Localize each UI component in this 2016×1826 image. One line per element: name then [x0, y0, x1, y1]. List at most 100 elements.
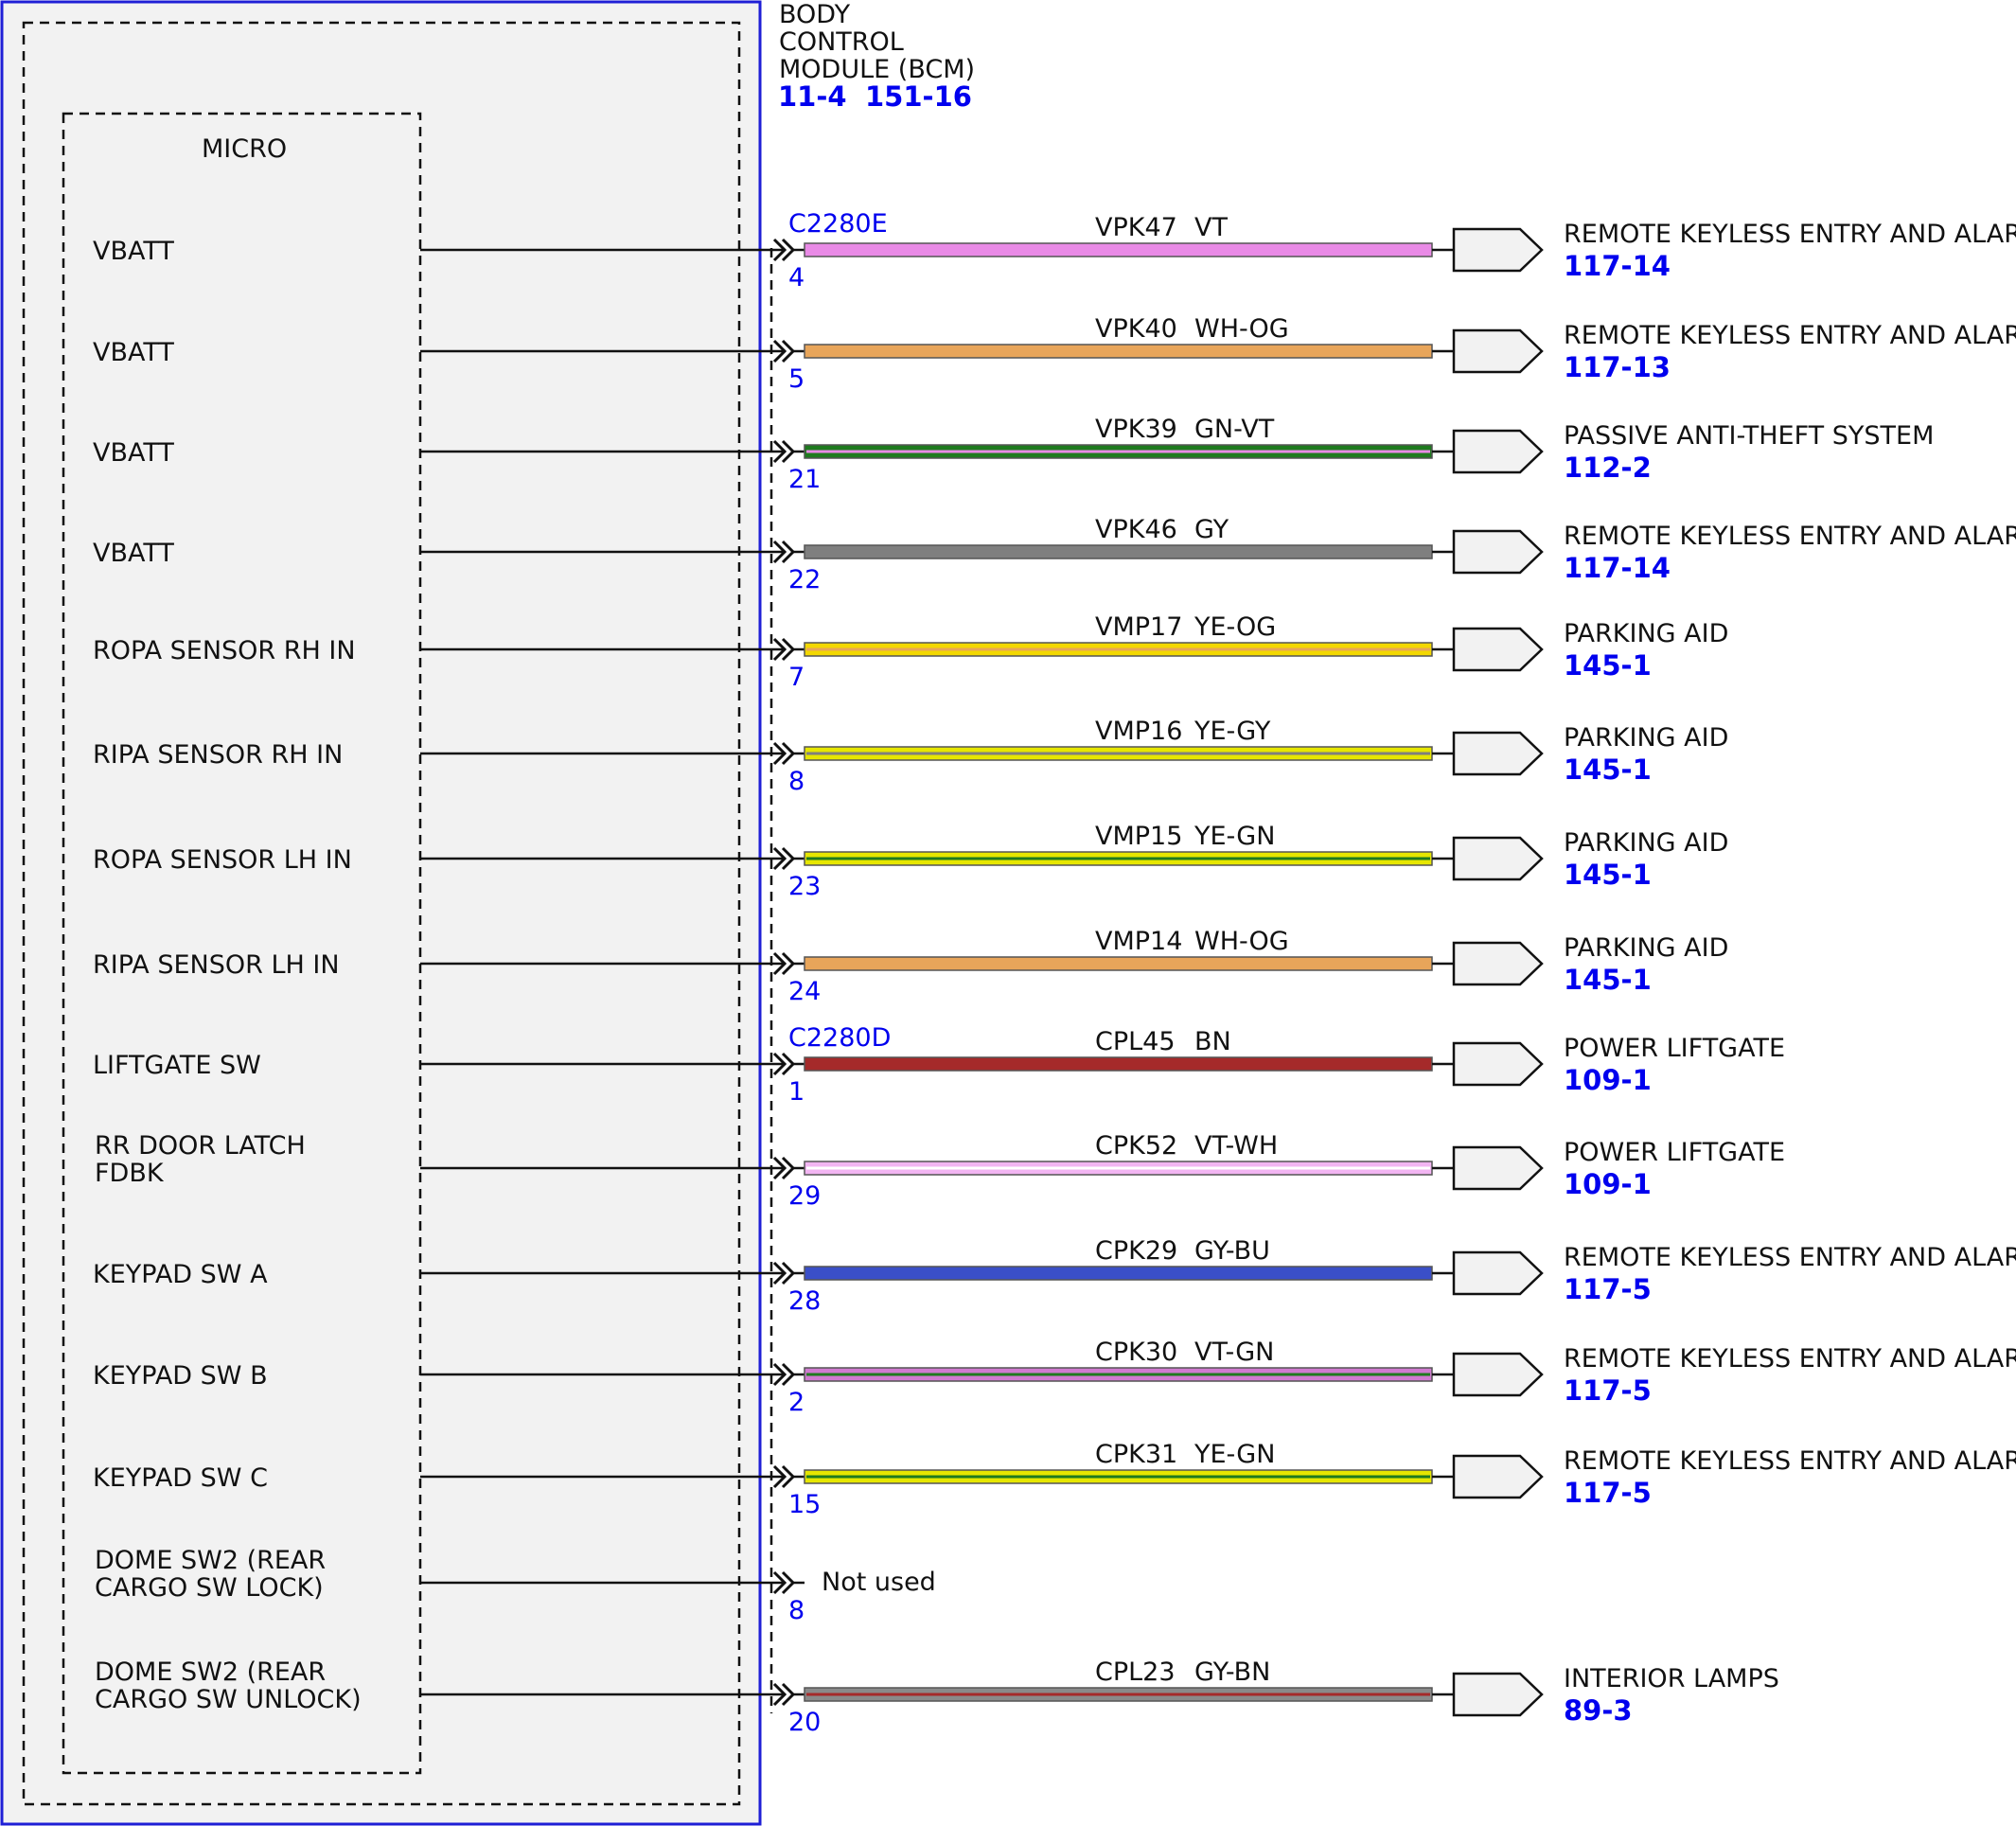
- pin-number: 28: [788, 1286, 821, 1316]
- destination-ref-link[interactable]: 145-1: [1564, 753, 1652, 786]
- destination-label: REMOTE KEYLESS ENTRY AND ALARM: [1564, 522, 2016, 551]
- destination-ref-link[interactable]: 145-1: [1564, 859, 1652, 891]
- connector-label: C2280E: [788, 209, 888, 239]
- wiring-diagram: BODY CONTROL MODULE (BCM) 11-4 151-16 MI…: [0, 0, 2016, 1826]
- circuit-id: VPK47: [1095, 213, 1177, 242]
- destination-label: REMOTE KEYLESS ENTRY AND ALARM: [1564, 1344, 2016, 1374]
- destination-ref-link[interactable]: 112-2: [1564, 452, 1652, 484]
- destination-arrow-icon[interactable]: [1452, 1041, 1544, 1087]
- destination-label: REMOTE KEYLESS ENTRY AND ALARM: [1564, 321, 2016, 350]
- destination-label: PARKING AID: [1564, 723, 1728, 753]
- destination-arrow-icon[interactable]: [1452, 1352, 1544, 1397]
- wire-color-code: WH-OG: [1194, 314, 1289, 344]
- destination-label: POWER LIFTGATE: [1564, 1034, 1785, 1063]
- destination-label: PARKING AID: [1564, 619, 1728, 648]
- wire-color-code: VT: [1194, 213, 1228, 242]
- wire-color-code: GY-BN: [1194, 1658, 1270, 1687]
- signal-label: ROPA SENSOR LH IN: [93, 845, 352, 875]
- circuit-id: VPK39: [1095, 415, 1177, 444]
- wire-color-code: YE-GY: [1194, 717, 1271, 746]
- destination-ref-link[interactable]: 117-14: [1564, 250, 1671, 282]
- module-title-line-2: CONTROL: [779, 27, 904, 57]
- signal-label: DOME SW2 (REAR: [95, 1546, 326, 1575]
- destination-label: REMOTE KEYLESS ENTRY AND ALARM: [1564, 1243, 2016, 1272]
- wire-color-code: VT-WH: [1194, 1131, 1278, 1161]
- destination-arrow-icon[interactable]: [1452, 627, 1544, 672]
- pin-number: 29: [788, 1181, 821, 1211]
- wire-color-code: BN: [1194, 1027, 1231, 1056]
- wire-color-code: WH-OG: [1194, 927, 1289, 956]
- circuit-id: CPL45: [1095, 1027, 1176, 1056]
- destination-label: INTERIOR LAMPS: [1564, 1664, 1779, 1693]
- circuit-id: CPK52: [1095, 1131, 1177, 1161]
- pin-number: 20: [788, 1708, 821, 1737]
- wire-color-code: YE-GN: [1194, 1440, 1275, 1469]
- circuit-id: VPK46: [1095, 515, 1177, 544]
- destination-ref-link[interactable]: 117-5: [1564, 1374, 1652, 1407]
- destination-arrow-icon[interactable]: [1452, 1250, 1544, 1296]
- destination-arrow-icon[interactable]: [1452, 328, 1544, 374]
- destination-ref-link[interactable]: 89-3: [1564, 1694, 1633, 1727]
- destination-arrow-icon[interactable]: [1452, 1454, 1544, 1499]
- destination-arrow-icon[interactable]: [1452, 836, 1544, 881]
- pin-number: 1: [788, 1077, 805, 1107]
- destination-arrow-icon[interactable]: [1452, 529, 1544, 575]
- circuit-id: VMP14: [1095, 927, 1182, 956]
- module-ref-2[interactable]: 151-16: [865, 80, 972, 113]
- signal-label: CARGO SW UNLOCK): [95, 1685, 362, 1714]
- destination-label: PARKING AID: [1564, 933, 1728, 963]
- pin-number: 2: [788, 1388, 805, 1417]
- destination-label: REMOTE KEYLESS ENTRY AND ALARM: [1564, 220, 2016, 249]
- pin-number: 8: [788, 767, 805, 796]
- destination-arrow-icon[interactable]: [1452, 1672, 1544, 1717]
- wire-color-code: GN-VT: [1194, 415, 1275, 444]
- destination-label: PARKING AID: [1564, 828, 1728, 858]
- destination-ref-link[interactable]: 145-1: [1564, 964, 1652, 996]
- destination-ref-link[interactable]: 109-1: [1564, 1064, 1652, 1096]
- signal-label: RIPA SENSOR LH IN: [93, 950, 340, 980]
- micro-label: MICRO: [202, 134, 287, 164]
- wire-color-code: GY-BU: [1194, 1236, 1270, 1266]
- circuit-id: VMP17: [1095, 612, 1182, 642]
- destination-ref-link[interactable]: 145-1: [1564, 649, 1652, 682]
- destination-ref-link[interactable]: 117-14: [1564, 552, 1671, 584]
- wire-color-code: YE-GN: [1194, 822, 1275, 851]
- connector-label: C2280D: [788, 1023, 891, 1053]
- destination-ref-link[interactable]: 117-5: [1564, 1273, 1652, 1305]
- signal-label: KEYPAD SW A: [93, 1260, 268, 1289]
- wire: [804, 242, 1433, 257]
- pin-number: 7: [788, 663, 805, 692]
- signal-label: DOME SW2 (REAR: [95, 1658, 326, 1687]
- pin-number: 15: [788, 1490, 821, 1519]
- circuit-id: VMP15: [1095, 822, 1182, 851]
- circuit-id: CPK30: [1095, 1338, 1177, 1367]
- signal-label: CARGO SW LOCK): [95, 1573, 324, 1603]
- pin-number: 24: [788, 977, 821, 1006]
- destination-ref-link[interactable]: 117-13: [1564, 351, 1671, 383]
- destination-ref-link[interactable]: 117-5: [1564, 1477, 1652, 1509]
- signal-label: LIFTGATE SW: [93, 1051, 261, 1080]
- destination-arrow-icon[interactable]: [1452, 1145, 1544, 1191]
- circuit-id: VPK40: [1095, 314, 1177, 344]
- destination-arrow-icon[interactable]: [1452, 227, 1544, 273]
- circuit-id: CPL23: [1095, 1658, 1176, 1687]
- wire-color-code: VT-GN: [1194, 1338, 1274, 1367]
- circuit-id: CPK29: [1095, 1236, 1177, 1266]
- destination-arrow-icon[interactable]: [1452, 731, 1544, 776]
- signal-label: VBATT: [93, 539, 174, 568]
- signal-label: FDBK: [95, 1159, 165, 1188]
- pin-number: 4: [788, 263, 805, 293]
- destination-ref-link[interactable]: 109-1: [1564, 1168, 1652, 1200]
- destination-arrow-icon[interactable]: [1452, 429, 1544, 474]
- wire-color-code: GY: [1194, 515, 1229, 544]
- pin-number: 21: [788, 465, 821, 494]
- wire: [804, 544, 1433, 559]
- signal-label: KEYPAD SW C: [93, 1463, 268, 1493]
- signal-label: ROPA SENSOR RH IN: [93, 636, 356, 665]
- module-ref-1[interactable]: 11-4: [778, 80, 847, 113]
- wire: [804, 1056, 1433, 1072]
- destination-arrow-icon[interactable]: [1452, 941, 1544, 986]
- signal-label: VBATT: [93, 438, 174, 468]
- signal-label: VBATT: [93, 338, 174, 367]
- pin-number: 23: [788, 872, 821, 901]
